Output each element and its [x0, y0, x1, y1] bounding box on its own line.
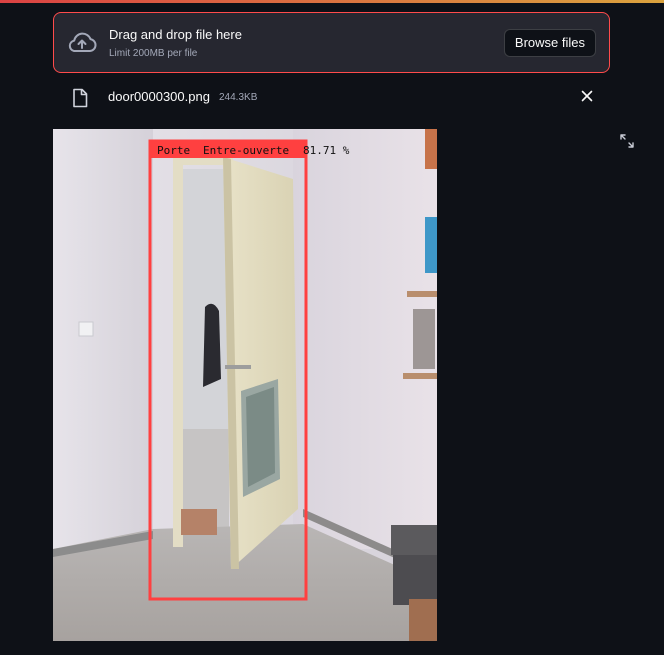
- top-decoration-bar: [0, 0, 664, 3]
- dropzone-title: Drag and drop file here: [109, 27, 242, 42]
- file-size: 244.3KB: [219, 92, 258, 103]
- dropzone-limit-text: Limit 200MB per file: [109, 48, 198, 59]
- expand-icon[interactable]: [619, 133, 635, 149]
- detection-class-label: Porte: [157, 144, 190, 157]
- door-photo: Porte Entre-ouverte 81.71 %: [53, 129, 437, 641]
- browse-files-button[interactable]: Browse files: [503, 29, 596, 57]
- detection-state-label: Entre-ouverte: [203, 144, 289, 157]
- detection-confidence: 81.71 %: [303, 144, 350, 157]
- close-icon[interactable]: [578, 87, 596, 105]
- file-dropzone[interactable]: Drag and drop file here Limit 200MB per …: [53, 12, 610, 73]
- file-icon: [71, 88, 89, 108]
- detection-image: Porte Entre-ouverte 81.71 %: [53, 129, 437, 641]
- uploaded-file-row: door0000300.png 244.3KB: [53, 84, 610, 112]
- file-name: door0000300.png: [108, 89, 210, 104]
- streamlit-app: Drag and drop file here Limit 200MB per …: [0, 0, 664, 655]
- cloud-upload-icon: [66, 31, 98, 55]
